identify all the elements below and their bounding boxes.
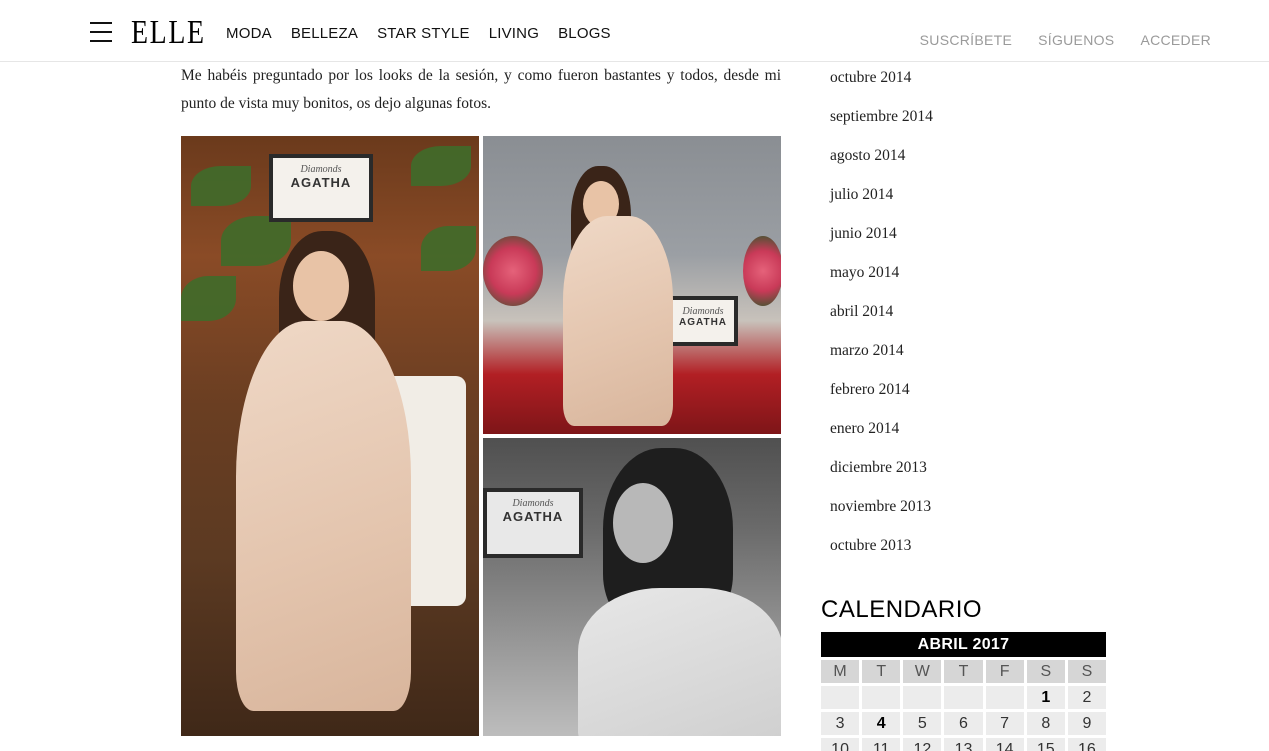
calendar-day[interactable]: 4 [862, 712, 901, 735]
archive-list: octubre 2014 septiembre 2014 agosto 2014… [830, 64, 933, 571]
brand-sign-bw: Diamonds AGATHA [483, 488, 583, 558]
archive-item: diciembre 2013 [830, 454, 933, 493]
archive-link[interactable]: abril 2014 [830, 303, 893, 320]
calendar-weekday: S [1026, 660, 1065, 683]
calendar-day: 5 [903, 712, 942, 735]
archive-item: enero 2014 [830, 415, 933, 454]
calendar-month: ABRIL 2017 [821, 632, 1106, 657]
calendar-day: 14 [985, 738, 1024, 751]
archive-item: agosto 2014 [830, 142, 933, 181]
archive-link[interactable]: diciembre 2013 [830, 459, 927, 476]
calendar-day[interactable]: 1 [1026, 686, 1065, 709]
photo-left[interactable]: Diamonds AGATHA [181, 136, 479, 736]
calendar-day: 2 [1067, 686, 1106, 709]
brand-sign-small: Diamonds AGATHA [668, 296, 738, 346]
main-nav: MODA BELLEZA STAR STYLE LIVING BLOGS [226, 25, 611, 42]
archive-link[interactable]: octubre 2014 [830, 69, 911, 86]
archive-item: julio 2014 [830, 181, 933, 220]
archive-link[interactable]: julio 2014 [830, 186, 893, 203]
archive-item: octubre 2013 [830, 532, 933, 571]
calendar-weekday: M [821, 660, 860, 683]
archive-link[interactable]: octubre 2013 [830, 537, 911, 554]
calendar-day: 8 [1026, 712, 1065, 735]
nav-blogs[interactable]: BLOGS [558, 25, 611, 42]
archive-link[interactable]: septiembre 2014 [830, 108, 933, 125]
calendar-day: 10 [821, 738, 860, 751]
archive-item: marzo 2014 [830, 337, 933, 376]
site-header: ELLE MODA BELLEZA STAR STYLE LIVING BLOG… [0, 0, 1269, 62]
login-link[interactable]: ACCEDER [1140, 32, 1211, 48]
calendar-weekday: W [903, 660, 942, 683]
menu-icon[interactable] [90, 22, 112, 44]
nav-moda[interactable]: MODA [226, 25, 272, 42]
calendar-empty-cell [944, 686, 983, 709]
archive-item: noviembre 2013 [830, 493, 933, 532]
archive-item: septiembre 2014 [830, 103, 933, 142]
calendar-weekday: S [1067, 660, 1106, 683]
archive-link[interactable]: mayo 2014 [830, 264, 899, 281]
calendar-day: 3 [821, 712, 860, 735]
archive-link[interactable]: noviembre 2013 [830, 498, 931, 515]
archive-link[interactable]: enero 2014 [830, 420, 899, 437]
calendar-day: 11 [862, 738, 901, 751]
calendar-weekday: T [862, 660, 901, 683]
calendar-title: CALENDARIO [821, 596, 983, 623]
brand-sign: Diamonds AGATHA [269, 154, 373, 222]
calendar-empty-cell [985, 686, 1024, 709]
site-logo[interactable]: ELLE [131, 14, 206, 52]
photo-collage: Diamonds AGATHA Diamonds AGATHA Diamonds… [181, 136, 781, 736]
archive-item: mayo 2014 [830, 259, 933, 298]
photo-top-right[interactable]: Diamonds AGATHA [483, 136, 781, 434]
calendar-day: 16 [1067, 738, 1106, 751]
article-paragraph: Me habéis preguntado por los looks de la… [181, 67, 781, 112]
archive-item: abril 2014 [830, 298, 933, 337]
archive-item: octubre 2014 [830, 64, 933, 103]
archive-link[interactable]: marzo 2014 [830, 342, 904, 359]
nav-living[interactable]: LIVING [489, 25, 539, 42]
archive-link[interactable]: febrero 2014 [830, 381, 910, 398]
calendar-day: 13 [944, 738, 983, 751]
calendar-weekday: T [944, 660, 983, 683]
photo-bottom-right[interactable]: Diamonds AGATHA [483, 438, 781, 736]
calendar-empty-cell [903, 686, 942, 709]
calendar-day: 15 [1026, 738, 1065, 751]
calendar-widget: ABRIL 2017 M T W T F S S 1 2 3 4 5 6 7 8 9 10 11 12 13 14 15 1… [821, 632, 1106, 751]
archive-link[interactable]: agosto 2014 [830, 147, 905, 164]
nav-belleza[interactable]: BELLEZA [291, 25, 358, 42]
calendar-day: 9 [1067, 712, 1106, 735]
calendar-grid: M T W T F S S 1 2 3 4 5 6 7 8 9 10 11 12 13 14 15 16 [821, 660, 1106, 751]
calendar-day: 12 [903, 738, 942, 751]
nav-star-style[interactable]: STAR STYLE [377, 25, 470, 42]
utility-links: SUSCRÍBETE SÍGUENOS ACCEDER [920, 32, 1211, 48]
calendar-empty-cell [862, 686, 901, 709]
calendar-empty-cell [821, 686, 860, 709]
calendar-weekday: F [985, 660, 1024, 683]
archive-link[interactable]: junio 2014 [830, 225, 897, 242]
archive-item: febrero 2014 [830, 376, 933, 415]
subscribe-link[interactable]: SUSCRÍBETE [920, 32, 1012, 48]
archive-item: junio 2014 [830, 220, 933, 259]
calendar-day: 7 [985, 712, 1024, 735]
follow-link[interactable]: SÍGUENOS [1038, 32, 1114, 48]
calendar-day: 6 [944, 712, 983, 735]
